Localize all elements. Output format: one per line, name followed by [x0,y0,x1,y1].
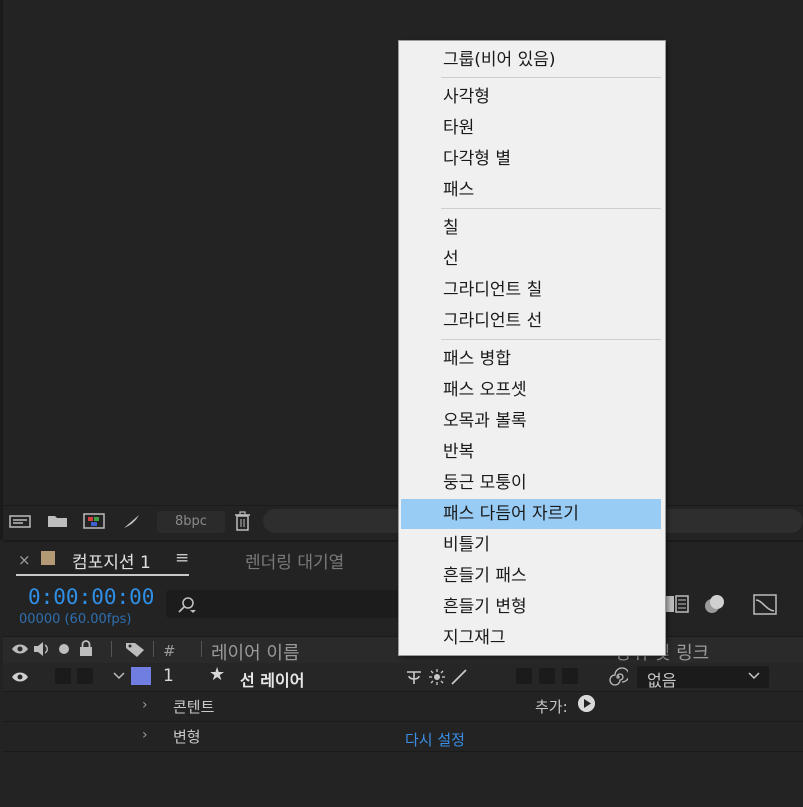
property-label: 변형 [173,728,201,746]
add-label: 추가: [535,698,568,716]
menu-item-rectangle[interactable]: 사각형 [401,82,661,112]
menu-item-group[interactable]: 그룹(비어 있음) [401,45,661,75]
lock-switch[interactable] [77,668,93,684]
menu-item-fill[interactable]: 칠 [401,213,661,243]
menu-item-repeater[interactable]: 반복 [401,437,661,467]
current-time-display[interactable]: 0:00:00:00 [28,585,154,609]
graph-editor-icon[interactable] [752,592,778,616]
tab-render-queue[interactable]: 렌더링 대기열 [245,548,344,573]
reset-link[interactable]: 다시 설정 [405,729,465,750]
column-layer-name[interactable]: 레이어 이름 [211,639,300,665]
column-divider [153,641,154,657]
new-composition-icon[interactable] [83,513,105,529]
property-label: 콘텐트 [173,698,215,716]
quality-slash-icon[interactable] [450,668,468,686]
shape-layer-star-icon: ★ [209,664,226,685]
frame-rate-readout: 00000 (60.00fps) [19,612,132,627]
pick-whip-spiral-icon[interactable] [608,667,628,687]
composition-swatch [41,551,55,565]
close-tab-icon[interactable]: × [18,551,31,569]
column-divider [111,641,112,657]
render-feather-icon[interactable] [121,513,143,529]
label-tag-icon[interactable] [125,641,145,658]
eye-icon[interactable] [11,642,29,656]
layer-label-color[interactable] [131,667,151,685]
solo-switch[interactable] [55,668,71,684]
active-tab-indicator [16,574,189,576]
quality-sun-icon[interactable] [428,668,446,686]
menu-separator [441,208,661,209]
tab-composition[interactable]: 컴포지션 1 [72,548,151,573]
menu-item-path[interactable]: 패스 [401,175,661,205]
menu-item-zig-zag[interactable]: 지그재그 [401,623,661,653]
search-icon [178,597,196,613]
menu-item-round-corners[interactable]: 둥근 모퉁이 [401,468,661,498]
property-group-transform[interactable]: › 변형 다시 설정 [3,722,803,752]
column-divider [201,641,202,657]
menu-separator [441,77,661,78]
chevron-right-icon[interactable]: › [142,697,148,713]
layer-name[interactable]: 선 레이어 [240,667,304,691]
menu-item-trim-paths[interactable]: 패스 다듬어 자르기 [401,499,661,529]
bit-depth-button[interactable]: 8bpc [157,511,225,533]
interpret-footage-icon[interactable] [9,513,31,529]
lock-icon[interactable] [79,640,93,657]
panel-menu-icon[interactable]: ≡ [175,548,189,568]
folder-icon[interactable] [47,513,69,529]
trash-icon[interactable] [231,511,253,531]
menu-separator [441,339,661,340]
layer-search-input[interactable] [166,590,404,618]
frame-blending-icon[interactable] [664,592,690,616]
audio-icon[interactable] [33,641,51,657]
menu-item-polystar[interactable]: 다각형 별 [401,144,661,174]
menu-item-ellipse[interactable]: 타원 [401,113,661,143]
menu-item-stroke[interactable]: 선 [401,244,661,274]
layer-row[interactable]: 1 ★ 선 레이어 없음 [3,663,803,692]
motion-blur-switch[interactable] [539,668,555,684]
adjustment-switch[interactable] [562,668,578,684]
parent-dropdown[interactable]: 없음 [637,666,769,690]
motion-blur-icon[interactable] [702,592,728,616]
solo-icon[interactable] [59,644,69,654]
menu-item-gradient-stroke[interactable]: 그라디언트 선 [401,306,661,336]
add-shape-context-menu: 그룹(비어 있음) 사각형 타원 다각형 별 패스 칠 선 그라디언트 칠 그라… [398,40,666,656]
shy-switch-icon[interactable] [405,668,423,686]
menu-item-gradient-fill[interactable]: 그라디언트 칠 [401,275,661,305]
panel-edge [0,0,3,540]
menu-item-wiggle-paths[interactable]: 흔들기 패스 [401,561,661,591]
visibility-eye-icon[interactable] [11,670,29,684]
chevron-right-icon[interactable]: › [142,727,148,743]
add-play-icon[interactable] [578,695,595,712]
menu-item-wiggle-transform[interactable]: 흔들기 변형 [401,592,661,622]
menu-item-pucker-bloat[interactable]: 오목과 볼록 [401,406,661,436]
layer-number: 1 [163,666,174,686]
chevron-down-icon [748,672,760,680]
parent-dropdown-value: 없음 [647,671,677,690]
effect-switch[interactable] [516,668,532,684]
menu-item-merge-paths[interactable]: 패스 병합 [401,344,661,374]
menu-item-offset-paths[interactable]: 패스 오프셋 [401,375,661,405]
menu-item-twist[interactable]: 비틀기 [401,530,661,560]
column-number: # [163,642,176,660]
property-group-contents[interactable]: › 콘텐트 추가: [3,692,803,722]
chevron-down-icon[interactable] [113,672,125,680]
